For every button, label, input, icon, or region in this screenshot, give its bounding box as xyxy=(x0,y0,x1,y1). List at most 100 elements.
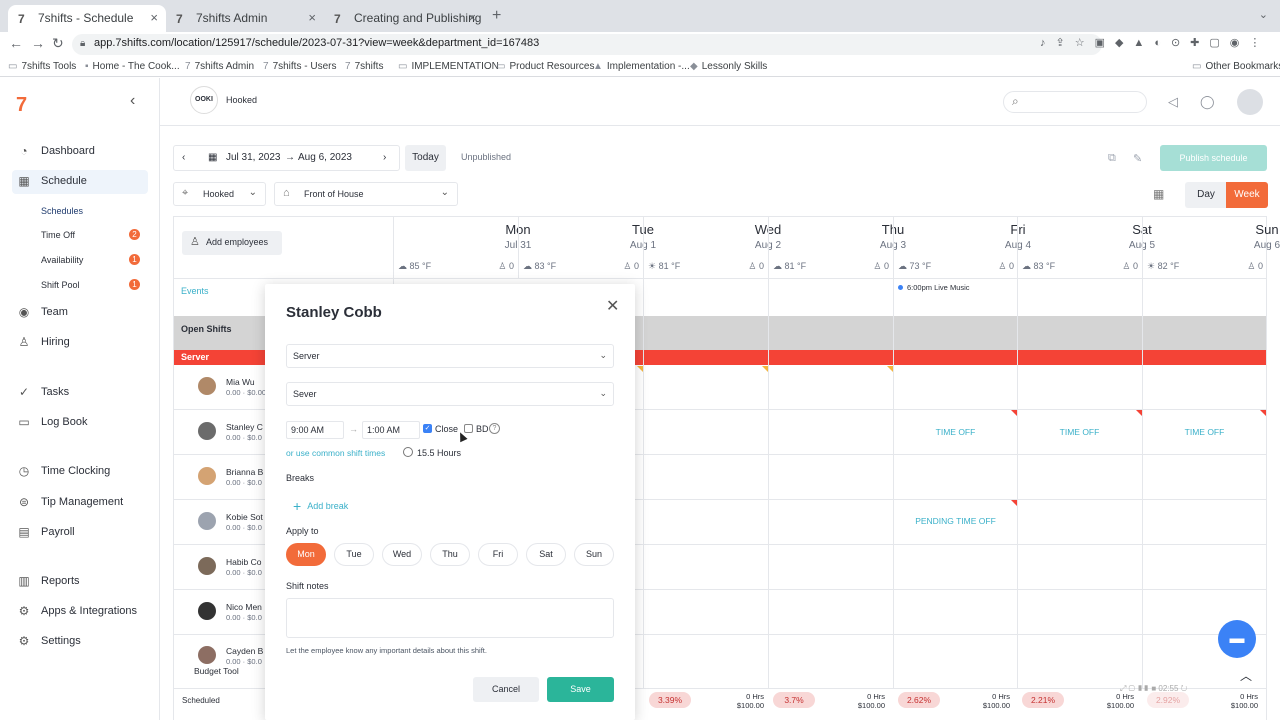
shift-notes-textarea[interactable] xyxy=(286,598,614,638)
day-view-button[interactable]: Day xyxy=(1185,182,1227,208)
staff-count: ♙ 0 xyxy=(873,261,889,271)
role-select[interactable]: Server ⌄ xyxy=(286,344,614,368)
edit-icon[interactable]: ✎ xyxy=(1133,152,1142,165)
back-icon[interactable]: ← xyxy=(9,35,23,51)
clock-icon: ◷ xyxy=(18,464,30,478)
apply-day-sat[interactable]: Sat xyxy=(526,543,566,566)
today-button[interactable]: Today xyxy=(405,145,446,171)
time-off-cell[interactable]: TIME OFF xyxy=(1142,427,1267,437)
day-header-sun[interactable]: Sun Aug 6 ☀ 82 °F ♙ 0 xyxy=(1142,216,1280,278)
tab-search-icon[interactable]: ⌄ xyxy=(1259,8,1268,21)
apply-day-sun[interactable]: Sun xyxy=(574,543,614,566)
department-select[interactable]: ⌂ Front of House ⌄ xyxy=(274,182,458,206)
help-icon[interactable]: ? xyxy=(489,423,500,434)
new-tab-icon[interactable]: + xyxy=(492,7,501,25)
sidebar-item-tasks[interactable]: ✓ Tasks xyxy=(12,381,148,405)
prev-week-icon[interactable]: ‹ xyxy=(182,152,185,163)
close-tab-icon[interactable]: × xyxy=(308,10,316,25)
search-input[interactable]: ⌕ xyxy=(1003,91,1147,113)
extension-icons[interactable]: ♪⇪☆▣◆▲◐⊙✚▢◉⋮ xyxy=(1040,36,1270,49)
day-header-mon[interactable]: Mon Jul 31 ☁ 85 °F ♙ 0 xyxy=(393,216,531,278)
add-employees-button[interactable]: ♙ Add employees xyxy=(182,231,282,255)
bookmark-item[interactable]: ▲ Implementation -... xyxy=(593,61,690,72)
close-tab-icon[interactable]: × xyxy=(150,10,158,25)
apply-day-tue[interactable]: Tue xyxy=(334,543,374,566)
forward-icon[interactable]: → xyxy=(31,35,45,51)
apply-day-wed[interactable]: Wed xyxy=(382,543,422,566)
recording-controls[interactable]: ⤢ ▢ ▮▮ ■ 02:55 ↻ xyxy=(1120,684,1268,702)
announcements-icon[interactable]: ◁ xyxy=(1168,94,1178,110)
save-button[interactable]: Save xyxy=(547,677,614,702)
bookmark-item[interactable]: 7 7shifts - Users xyxy=(263,61,336,72)
close-tab-icon[interactable]: × xyxy=(468,10,476,25)
sidebar-item-reports[interactable]: ▥ Reports xyxy=(12,570,148,594)
bookmark-item[interactable]: ◆ Lessonly Skills xyxy=(690,61,767,72)
station-select[interactable]: Sever ⌄ xyxy=(286,382,614,406)
grid-view-icon[interactable]: ▦ xyxy=(1153,187,1164,201)
cancel-button[interactable]: Cancel xyxy=(473,677,539,702)
day-header-thu[interactable]: Thu Aug 3 ☁ 81 °F ♙ 0 xyxy=(768,216,906,278)
time-off-cell[interactable]: TIME OFF xyxy=(893,427,1018,437)
close-icon[interactable]: ✕ xyxy=(606,296,619,316)
sidebar-item-label: Schedule xyxy=(41,175,87,187)
event-live-music[interactable]: 6:00pm Live Music xyxy=(898,283,970,292)
location-select[interactable]: ⌖ Hooked ⌄ xyxy=(173,182,266,206)
sidebar-subitem-time-off[interactable]: Time Off xyxy=(41,230,75,240)
common-shift-times-link[interactable]: or use common shift times xyxy=(286,448,385,458)
collapse-sidebar-icon[interactable]: ‹ xyxy=(130,92,135,110)
bookmark-item[interactable]: 7 7shifts Admin xyxy=(185,61,254,72)
sidebar-subitem-availability[interactable]: Availability xyxy=(41,255,83,265)
close-checkbox[interactable]: ✓ xyxy=(423,424,432,433)
tab-schedule[interactable]: 7 7shifts - Schedule × xyxy=(8,5,166,32)
time-off-cell[interactable]: TIME OFF xyxy=(1017,427,1142,437)
avatar[interactable] xyxy=(1237,89,1263,115)
sidebar-item-tip-management[interactable]: ⊜ Tip Management xyxy=(12,491,148,515)
location-name[interactable]: Hooked xyxy=(226,95,257,105)
day-header-wed[interactable]: Wed Aug 2 ☀ 81 °F ♙ 0 xyxy=(643,216,781,278)
sidebar-item-log-book[interactable]: ▭ Log Book xyxy=(12,411,148,435)
events-label[interactable]: Events xyxy=(181,286,209,296)
sidebar-subitem-schedules[interactable]: Schedules xyxy=(41,206,83,216)
tab-admin[interactable]: 7 7shifts Admin × xyxy=(166,5,324,32)
sidebar-item-dashboard[interactable]: ◔ Dashboard xyxy=(12,140,148,164)
app-logo[interactable]: 7 xyxy=(16,94,27,117)
bookmark-item[interactable]: 7 7shifts xyxy=(345,61,383,72)
bookmark-item[interactable]: ▭ Product Resources xyxy=(496,61,595,72)
chevron-up-icon[interactable]: ︿ xyxy=(1240,667,1252,684)
sidebar-item-time-clocking[interactable]: ◷ Time Clocking xyxy=(12,460,148,484)
url-bar[interactable]: 🔒︎ app.7shifts.com/location/125917/sched… xyxy=(72,34,1102,55)
sidebar-subitem-shift-pool[interactable]: Shift Pool xyxy=(41,280,80,290)
apply-day-fri[interactable]: Fri xyxy=(478,543,518,566)
sidebar-item-hiring[interactable]: ♙ Hiring xyxy=(12,331,148,355)
messages-icon[interactable]: ◯ xyxy=(1200,94,1215,110)
sidebar-item-apps-integrations[interactable]: ⚙ Apps & Integrations xyxy=(12,600,148,624)
apply-day-mon[interactable]: Mon xyxy=(286,543,326,566)
bookmark-item[interactable]: ▭ 7shifts Tools xyxy=(8,61,76,72)
chat-support-button[interactable]: ▬ xyxy=(1218,620,1256,658)
apply-day-thu[interactable]: Thu xyxy=(430,543,470,566)
bookmark-item[interactable]: ▭ Other Bookmarks xyxy=(1192,61,1280,72)
sidebar-item-schedule[interactable]: ▦ Schedule xyxy=(12,170,148,194)
add-break-button[interactable]: + Add break xyxy=(293,498,348,514)
day-header-tue[interactable]: Tue Aug 1 ☁ 83 °F ♙ 0 xyxy=(518,216,656,278)
sidebar-item-settings[interactable]: ⚙ Settings xyxy=(12,630,148,654)
staff-count-value: 0 xyxy=(1008,261,1014,271)
sidebar-item-payroll[interactable]: ▤ Payroll xyxy=(12,521,148,545)
copy-icon[interactable]: ⧉ xyxy=(1108,152,1116,165)
date-range-picker[interactable]: ‹ ▦ Jul 31, 2023 → Aug 6, 2023 › xyxy=(173,145,400,171)
budget-tool-tab[interactable]: Budget Tool xyxy=(194,666,239,676)
bookmark-item[interactable]: ▭ IMPLEMENTATION xyxy=(398,61,499,72)
end-time-input[interactable]: 1:00 AM xyxy=(362,421,420,439)
sidebar-item-team[interactable]: ◉ Team xyxy=(12,301,148,325)
reload-icon[interactable]: ↻ xyxy=(52,35,64,52)
week-view-button[interactable]: Week xyxy=(1226,182,1268,208)
publish-schedule-button[interactable]: Publish schedule xyxy=(1160,145,1267,171)
pending-time-off-cell[interactable]: PENDING TIME OFF xyxy=(893,516,1018,526)
bookmark-item[interactable]: ▪ Home - The Cook... xyxy=(85,61,180,72)
day-header-sat[interactable]: Sat Aug 5 ☁ 83 °F ♙ 0 xyxy=(1017,216,1155,278)
start-time-input[interactable]: 9:00 AM xyxy=(286,421,344,439)
bd-checkbox[interactable] xyxy=(464,424,473,433)
next-week-icon[interactable]: › xyxy=(383,152,386,163)
tab-article[interactable]: 7 Creating and Publishing a Sche × xyxy=(324,5,484,32)
day-header-fri[interactable]: Fri Aug 4 ☁ 73 °F ♙ 0 xyxy=(893,216,1031,278)
